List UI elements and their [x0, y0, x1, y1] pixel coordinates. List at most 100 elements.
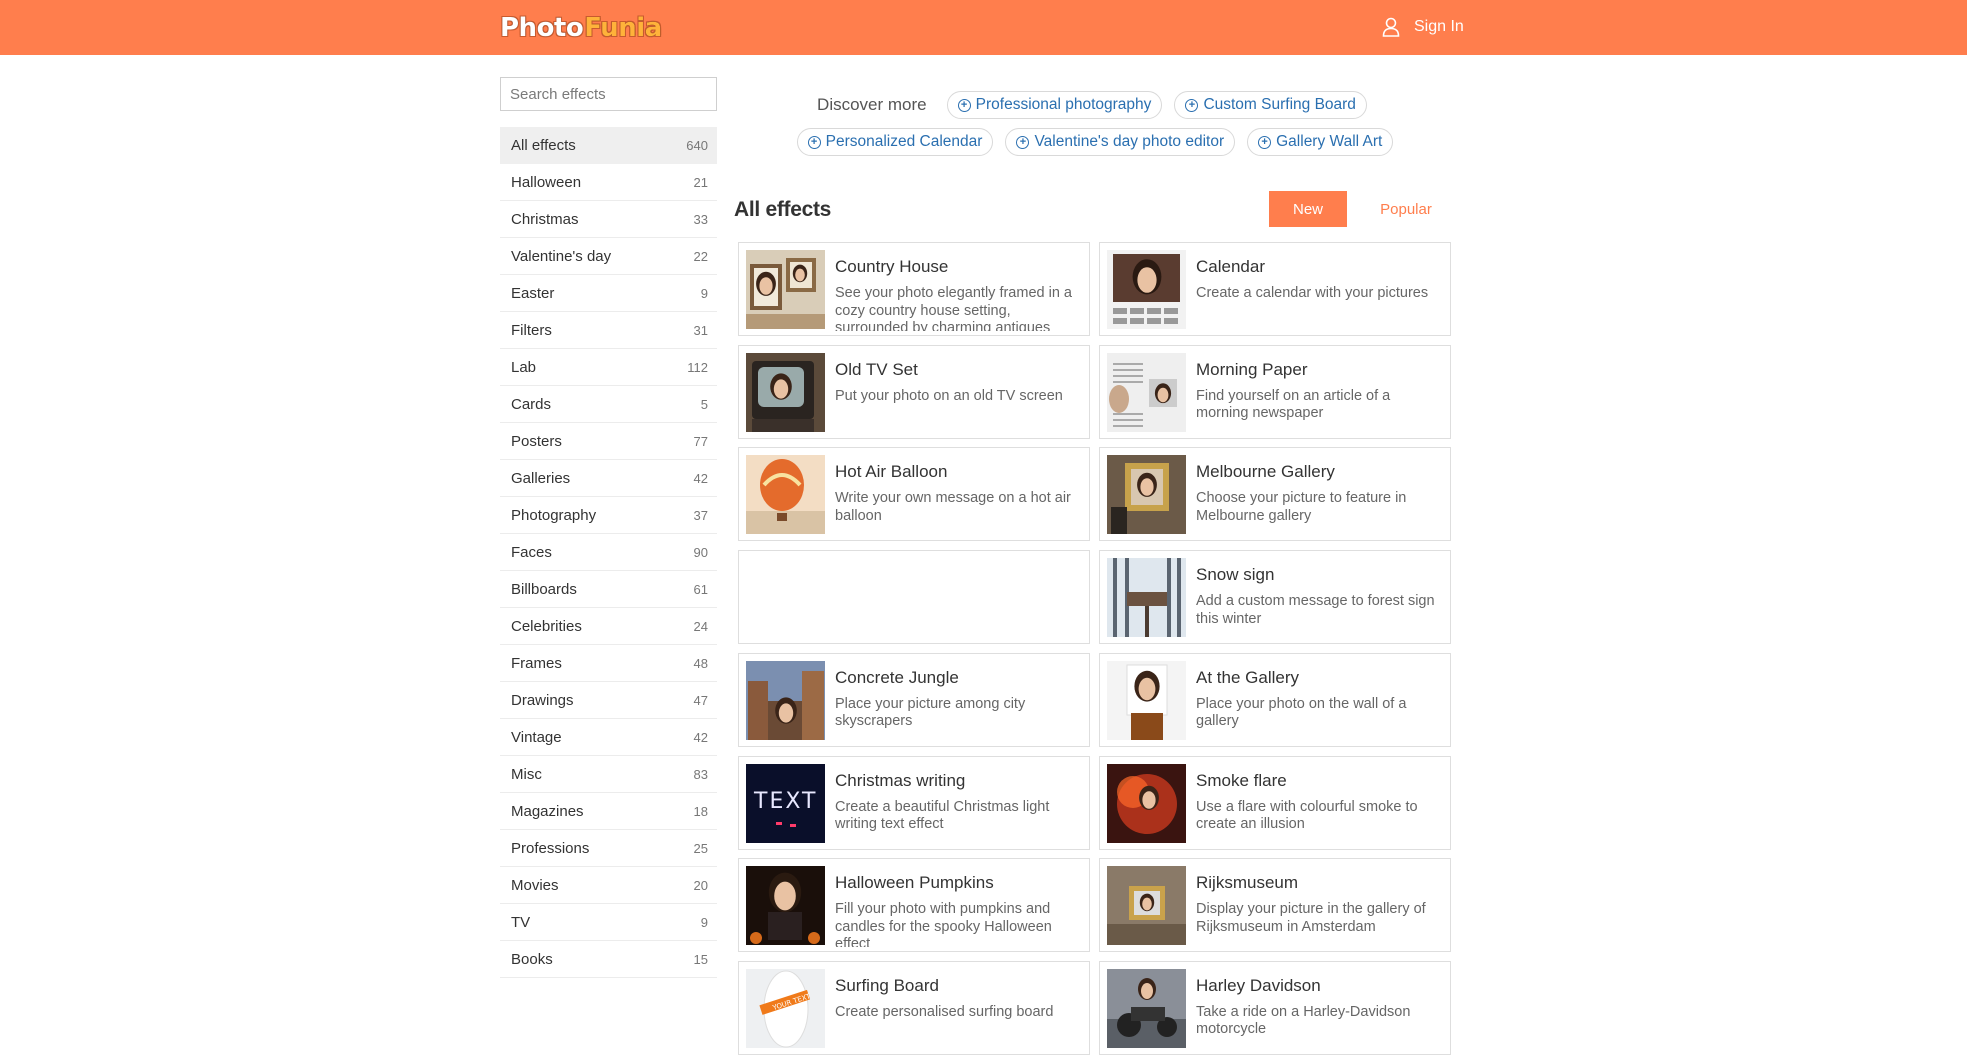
- effect-card[interactable]: Hot Air Balloon Write your own message on…: [738, 447, 1090, 542]
- category-name: TV: [511, 913, 531, 931]
- effect-description: Fill your photo with pumpkins and candle…: [835, 901, 1052, 948]
- category-name: Posters: [511, 432, 562, 450]
- category-item[interactable]: Billboards 61: [500, 571, 717, 608]
- search-input[interactable]: [501, 78, 716, 110]
- category-item[interactable]: Easter 9: [500, 275, 717, 312]
- discover-link-custom-surfing-board[interactable]: + Custom Surfing Board: [1174, 91, 1367, 119]
- effect-card[interactable]: Melbourne Gallery Choose your picture to …: [1099, 447, 1451, 542]
- effect-description: Create personalised surfing board: [835, 1003, 1054, 1020]
- category-count: 5: [700, 396, 708, 412]
- effect-card[interactable]: TEXT Christmas writing Create a beautiful …: [738, 755, 1090, 850]
- discover-more: Discover more + Professional photography …: [725, 90, 1465, 164]
- category-item[interactable]: Valentine's day 22: [500, 238, 717, 275]
- effect-card[interactable]: Smoke flare Use a flare with colourful sm…: [1099, 755, 1451, 850]
- effect-card[interactable]: Calendar Create a calendar with your pict…: [1099, 242, 1451, 336]
- category-item[interactable]: Christmas 33: [500, 201, 717, 238]
- effect-card[interactable]: Concrete Jungle Place your picture among …: [738, 652, 1090, 747]
- discover-link-label: Professional photography: [975, 96, 1152, 113]
- effect-card[interactable]: Snow sign Add a custom message to forest …: [1099, 550, 1451, 645]
- category-item[interactable]: Filters 31: [500, 312, 717, 349]
- effect-card[interactable]: Rijksmuseum Display your picture in the g…: [1099, 858, 1451, 953]
- effect-card[interactable]: Old TV Set Put your photo on an old TV sc…: [738, 344, 1090, 439]
- effect-thumbnail: [1107, 250, 1186, 329]
- category-item[interactable]: Vintage 42: [500, 719, 717, 756]
- category-item[interactable]: Posters 77: [500, 423, 717, 460]
- effect-description: Put your photo on an old TV screen: [835, 387, 1063, 404]
- category-count: 47: [693, 692, 708, 708]
- effect-title: Snow sign: [1196, 565, 1275, 585]
- category-name: Misc: [511, 765, 542, 783]
- category-item[interactable]: Magazines 18: [500, 793, 717, 830]
- category-count: 42: [693, 470, 708, 486]
- category-item[interactable]: Celebrities 24: [500, 608, 717, 645]
- category-name: Valentine's day: [511, 247, 612, 265]
- effect-card[interactable]: Morning Paper Find yourself on an article…: [1099, 344, 1451, 439]
- discover-row-1: Discover more + Professional photography …: [725, 90, 1465, 120]
- category-count: 33: [693, 211, 708, 227]
- country-house-thumb: [746, 250, 825, 329]
- effect-card[interactable]: YOUR TEXT Surfing Board Create personalise…: [738, 960, 1090, 1055]
- effect-card[interactable]: Harley Davidson Take a ride on a Harley-D…: [1099, 960, 1451, 1055]
- category-item[interactable]: Halloween 21: [500, 164, 717, 201]
- effect-description: Display your picture in the gallery of R…: [1196, 901, 1426, 935]
- category-count: 640: [686, 137, 708, 153]
- effect-thumbnail: [1107, 763, 1186, 843]
- category-count: 61: [693, 581, 708, 597]
- light-writing-thumb: TEXT: [746, 763, 825, 843]
- effect-title: Halloween Pumpkins: [835, 873, 994, 893]
- plus-circle-icon: +: [1258, 135, 1272, 149]
- category-name: Books: [511, 950, 553, 968]
- category-item[interactable]: All effects 640: [500, 127, 717, 164]
- category-item[interactable]: Lab 112: [500, 349, 717, 386]
- category-item[interactable]: Galleries 42: [500, 460, 717, 497]
- newspaper-thumb: [1107, 352, 1186, 432]
- sort-popular-button[interactable]: Popular: [1363, 191, 1449, 227]
- category-item[interactable]: Photography 37: [500, 497, 717, 534]
- effect-card[interactable]: Halloween Pumpkins Fill your photo with p…: [738, 858, 1090, 953]
- effect-card[interactable]: Country House See your photo elegantly fr…: [738, 242, 1090, 336]
- category-item[interactable]: Faces 90: [500, 534, 717, 571]
- category-name: Halloween: [511, 173, 582, 191]
- discover-link-professional-photography[interactable]: + Professional photography: [946, 91, 1163, 119]
- effect-thumbnail: [1107, 558, 1186, 638]
- category-name: Photography: [511, 506, 597, 524]
- sign-in-label: Sign In: [1414, 18, 1464, 35]
- calendar-thumb: [1107, 250, 1186, 329]
- photofunia-logo[interactable]: Photo Funia: [500, 11, 662, 45]
- effect-card-empty: [738, 550, 1090, 645]
- museum-thumb: [1107, 866, 1186, 946]
- discover-link-personalized-calendar[interactable]: + Personalized Calendar: [796, 128, 994, 156]
- category-name: Frames: [511, 654, 562, 672]
- discover-link-gallery-wall-art[interactable]: + Gallery Wall Art: [1247, 128, 1394, 156]
- effect-thumbnail: [746, 660, 825, 740]
- effect-title: Surfing Board: [835, 975, 939, 995]
- category-count: 90: [693, 544, 708, 560]
- logo-word-funia: Funia: [584, 13, 662, 43]
- sort-new-button[interactable]: New: [1269, 191, 1347, 227]
- category-item[interactable]: Cards 5: [500, 386, 717, 423]
- effect-title: Christmas writing: [835, 770, 966, 790]
- discover-link-label: Custom Surfing Board: [1203, 96, 1356, 113]
- category-count: 9: [700, 914, 708, 930]
- category-count: 83: [693, 766, 708, 782]
- category-item[interactable]: Books 15: [500, 941, 717, 978]
- category-count: 9: [700, 285, 708, 301]
- discover-link-valentines-editor[interactable]: + Valentine's day photo editor: [1005, 128, 1236, 156]
- category-item[interactable]: Professions 25: [500, 830, 717, 867]
- effect-title: At the Gallery: [1196, 667, 1299, 687]
- category-item[interactable]: Movies 20: [500, 867, 717, 904]
- motorcycle-thumb: [1107, 968, 1186, 1048]
- category-name: Faces: [511, 543, 552, 561]
- category-item[interactable]: Frames 48: [500, 645, 717, 682]
- effect-card[interactable]: At the Gallery Place your photo on the wa…: [1099, 652, 1451, 747]
- effect-description: Add a custom message to forest sign this…: [1196, 593, 1435, 627]
- category-item[interactable]: Drawings 47: [500, 682, 717, 719]
- sign-in-link[interactable]: Sign In: [1382, 17, 1464, 37]
- svg-text:TEXT: TEXT: [753, 789, 817, 814]
- category-name: Billboards: [511, 580, 577, 598]
- category-name: Easter: [511, 284, 555, 302]
- category-item[interactable]: Misc 83: [500, 756, 717, 793]
- effect-description: Take a ride on a Harley-Davidson motorcy…: [1196, 1003, 1411, 1038]
- category-item[interactable]: TV 9: [500, 904, 717, 941]
- effect-description: Find yourself on an article of a morning…: [1196, 387, 1391, 422]
